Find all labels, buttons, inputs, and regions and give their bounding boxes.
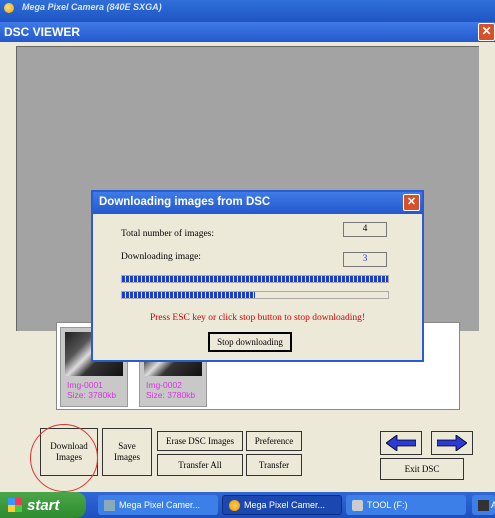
- taskbar-item-label: A: [491, 500, 495, 510]
- arrow-left-icon: [386, 435, 416, 451]
- dsc-viewer-window: DSC VIEWER ✕ Img-0001 Size: 3780kb Img-0…: [0, 22, 495, 492]
- taskbar-item-tool-drive[interactable]: TOOL (F:): [346, 495, 466, 515]
- dialog-title: Downloading images from DSC: [99, 196, 271, 208]
- stop-instructions-text: Press ESC key or click stop button to st…: [149, 313, 366, 323]
- app-window-icon: [104, 499, 115, 511]
- overall-progress-bar: [121, 275, 389, 283]
- taskbar-item-overflow[interactable]: A: [472, 495, 495, 515]
- overall-progress-fill: [122, 276, 388, 282]
- transfer-all-button[interactable]: Transfer All: [157, 454, 243, 476]
- background-window-title: Mega Pixel Camera (840E SXGA): [22, 2, 162, 12]
- taskbar-item-label: Mega Pixel Camer...: [244, 500, 326, 510]
- total-images-label: Total number of images:: [121, 229, 214, 239]
- taskbar-item-label: TOOL (F:): [367, 500, 408, 510]
- stop-downloading-button[interactable]: Stop downloading: [208, 332, 292, 352]
- taskbar: start Mega Pixel Camer... Mega Pixel Cam…: [0, 492, 495, 518]
- windows-logo-icon: [8, 498, 22, 512]
- arrow-right-icon: [437, 435, 467, 451]
- dialog-title-bar[interactable]: Downloading images from DSC ✕: [93, 192, 422, 214]
- exit-dsc-button[interactable]: Exit DSC: [380, 458, 464, 480]
- background-window-title-bar[interactable]: Mega Pixel Camera (840E SXGA): [0, 0, 495, 22]
- previous-button[interactable]: [380, 431, 422, 455]
- window-title-bar[interactable]: DSC VIEWER ✕: [0, 22, 495, 42]
- taskbar-item-mega-pixel-camera-1[interactable]: Mega Pixel Camer...: [98, 495, 218, 515]
- camera-app-icon: [229, 499, 240, 511]
- downloading-image-label: Downloading image:: [121, 252, 201, 262]
- window-close-icon[interactable]: ✕: [478, 23, 495, 41]
- downloading-image-value: 3: [343, 252, 387, 267]
- download-progress-dialog: Downloading images from DSC ✕ Total numb…: [91, 190, 424, 362]
- current-progress-bar: [121, 291, 389, 299]
- total-images-value: 4: [343, 222, 387, 237]
- highlight-circle-annotation: [30, 424, 98, 492]
- erase-dsc-images-button[interactable]: Erase DSC Images: [157, 431, 243, 451]
- camera-app-icon: [4, 3, 14, 13]
- thumbnail-size: Size: 3780kb: [146, 390, 196, 400]
- thumbnail-name: Img-0001: [67, 380, 103, 390]
- app-window-icon: [478, 499, 489, 511]
- preference-button[interactable]: Preference: [246, 431, 302, 451]
- current-progress-fill: [122, 292, 255, 298]
- transfer-button[interactable]: Transfer: [246, 454, 302, 476]
- thumbnail-size: Size: 3780kb: [67, 390, 117, 400]
- start-button[interactable]: start: [0, 492, 86, 518]
- dialog-close-icon[interactable]: ✕: [403, 194, 420, 211]
- taskbar-item-mega-pixel-camera-2[interactable]: Mega Pixel Camer...: [222, 495, 342, 515]
- drive-icon: [352, 499, 363, 511]
- save-images-button[interactable]: Save Images: [102, 428, 152, 476]
- next-button[interactable]: [431, 431, 473, 455]
- thumbnail-name: Img-0002: [146, 380, 182, 390]
- start-label: start: [27, 496, 60, 514]
- taskbar-item-label: Mega Pixel Camer...: [119, 500, 201, 510]
- window-title: DSC VIEWER: [4, 25, 81, 39]
